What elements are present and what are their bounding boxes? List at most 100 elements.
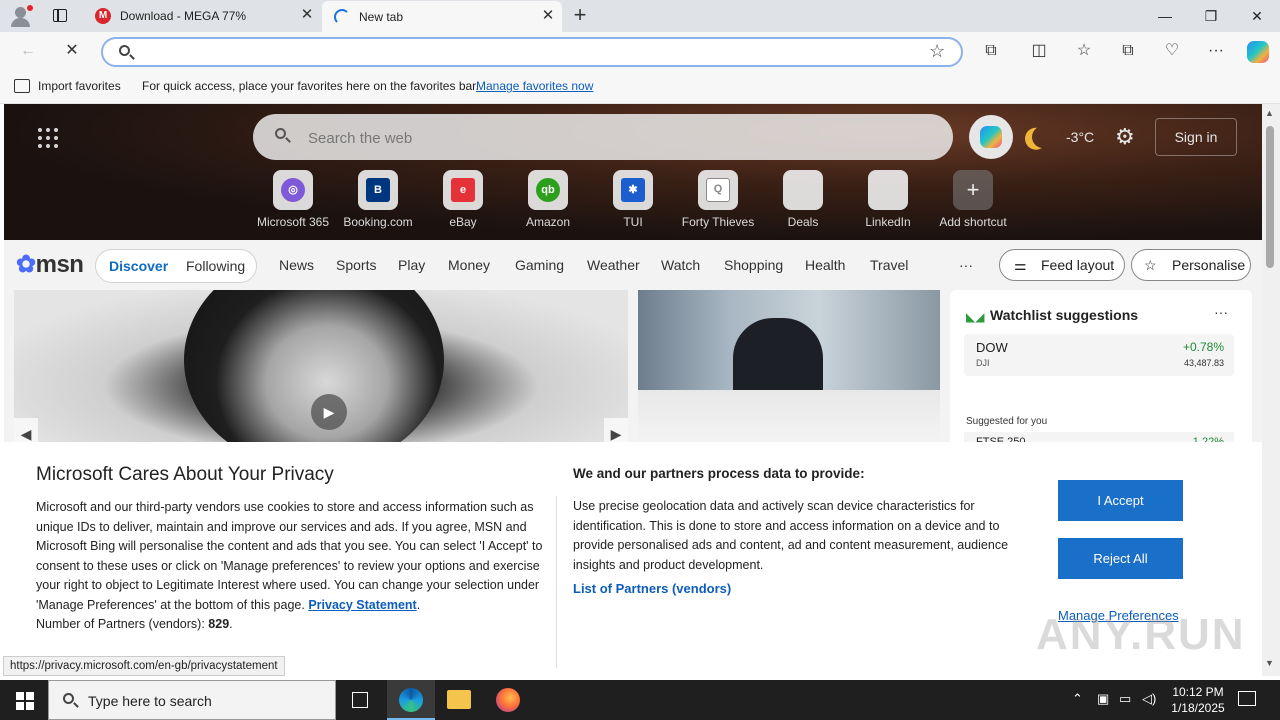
stop-loading-icon[interactable]: ✕: [60, 39, 84, 63]
favorites-icon[interactable]: ☆: [1072, 39, 1096, 63]
personalise-button[interactable]: ☆ Personalise: [1131, 249, 1251, 281]
microsoft-365-icon: ◎: [281, 178, 305, 202]
ticker-row[interactable]: DOW DJI +0.78% 43,487.83: [964, 334, 1234, 376]
close-tab-icon[interactable]: ✕: [299, 7, 315, 23]
add-shortcut-button[interactable]: + Add shortcut: [933, 170, 1013, 229]
notifications-icon[interactable]: [1238, 691, 1256, 706]
task-view-button[interactable]: [336, 680, 384, 720]
nav-sports[interactable]: Sports: [336, 257, 376, 273]
nav-news[interactable]: News: [279, 257, 314, 273]
more-menu-icon[interactable]: ···: [1204, 39, 1228, 63]
file-explorer-button[interactable]: [435, 680, 483, 720]
shortcut-ebay[interactable]: e eBay: [423, 170, 503, 229]
partners-list-link[interactable]: List of Partners (vendors): [573, 581, 731, 596]
scroll-down-icon[interactable]: ▼: [1265, 658, 1274, 668]
firefox-taskbar-button[interactable]: [484, 680, 532, 720]
scrollbar-thumb[interactable]: [1266, 126, 1274, 268]
extensions-icon[interactable]: ⧉: [979, 39, 1003, 63]
data-processing-body: Use precise geolocation data and activel…: [573, 499, 1009, 572]
notification-dot-icon: [27, 5, 33, 11]
tab-discover[interactable]: Discover: [109, 258, 168, 274]
temperature[interactable]: -3°C: [1066, 129, 1094, 145]
clock-time: 10:12 PM: [1172, 685, 1224, 699]
suggested-label: Suggested for you: [966, 416, 1048, 427]
search-icon: [119, 45, 130, 56]
device-icon[interactable]: ▣: [1097, 691, 1109, 707]
reject-all-button[interactable]: Reject All: [1058, 538, 1183, 579]
sign-in-button[interactable]: Sign in: [1155, 118, 1237, 156]
shortcut-tui[interactable]: ✱ TUI: [593, 170, 673, 229]
show-hidden-icons-icon[interactable]: ⌃: [1072, 691, 1083, 707]
tab-mega-download[interactable]: M Download - MEGA 77% ✕: [83, 0, 321, 32]
shortcut-label: Forty Thieves: [681, 215, 755, 229]
address-bar[interactable]: ☆: [101, 37, 963, 67]
shortcut-linkedin[interactable]: LinkedIn: [848, 170, 928, 229]
shortcut-deals[interactable]: Deals: [763, 170, 843, 229]
nav-health[interactable]: Health: [805, 257, 845, 273]
tab-following[interactable]: Following: [186, 258, 245, 274]
shortcut-amazon[interactable]: qb Amazon: [508, 170, 588, 229]
copilot-button[interactable]: [969, 115, 1013, 159]
tab-actions-icon[interactable]: [50, 6, 70, 26]
msn-nav-bar: ✿msn Discover Following News Sports Play…: [4, 240, 1262, 290]
import-favorites-icon[interactable]: [14, 79, 30, 93]
copilot-icon[interactable]: [1247, 41, 1269, 63]
web-search-box[interactable]: [253, 114, 953, 160]
divider: [556, 496, 557, 668]
nav-shopping[interactable]: Shopping: [724, 257, 783, 273]
quickbooks-icon: qb: [536, 178, 560, 202]
msn-logo[interactable]: ✿msn: [16, 250, 84, 279]
more-nav-icon[interactable]: ···: [959, 257, 973, 273]
settings-gear-icon[interactable]: ⚙: [1115, 124, 1135, 150]
video-card[interactable]: ▶ ◀ ▶: [14, 290, 628, 450]
privacy-statement-link[interactable]: Privacy Statement: [308, 598, 416, 612]
nav-money[interactable]: Money: [448, 257, 490, 273]
performance-icon[interactable]: ♡: [1160, 39, 1184, 63]
news-photo: [184, 290, 444, 450]
close-tab-icon[interactable]: ✕: [540, 8, 556, 24]
play-icon[interactable]: ▶: [311, 394, 347, 430]
nav-play[interactable]: Play: [398, 257, 425, 273]
tab-new-tab[interactable]: New tab ✕: [322, 1, 562, 32]
news-card[interactable]: [638, 290, 940, 450]
nav-travel[interactable]: Travel: [870, 257, 908, 273]
address-input[interactable]: [139, 43, 919, 61]
windows-start-icon[interactable]: [16, 692, 34, 710]
favorite-star-icon[interactable]: ☆: [929, 41, 945, 62]
shortcut-forty-thieves[interactable]: Q Forty Thieves: [678, 170, 758, 229]
new-tab-button[interactable]: +: [568, 4, 592, 28]
loading-spinner-icon: [334, 9, 350, 25]
trend-icon: ◣◢: [966, 310, 985, 324]
vertical-scrollbar[interactable]: ▲ ▼: [1262, 104, 1280, 676]
moon-weather-icon[interactable]: [1029, 123, 1057, 151]
split-screen-icon[interactable]: ◫: [1027, 39, 1051, 63]
import-favorites-button[interactable]: Import favorites: [38, 79, 121, 93]
sliders-icon: ⚌: [1014, 257, 1027, 273]
shortcut-microsoft-365[interactable]: ◎ Microsoft 365: [253, 170, 333, 229]
accept-button[interactable]: I Accept: [1058, 480, 1183, 521]
more-options-icon[interactable]: ···: [1214, 304, 1228, 320]
close-window-button[interactable]: ✕: [1234, 0, 1280, 32]
collections-icon[interactable]: ⧉: [1116, 39, 1140, 63]
nav-watch[interactable]: Watch: [661, 257, 700, 273]
feed-layout-button[interactable]: ⚌ Feed layout: [999, 249, 1125, 281]
app-launcher-icon[interactable]: [38, 128, 58, 148]
edge-taskbar-button[interactable]: [387, 680, 435, 720]
minimize-button[interactable]: —: [1142, 0, 1188, 32]
shortcut-booking[interactable]: B Booking.com: [338, 170, 418, 229]
taskbar-search-box[interactable]: Type here to search: [48, 680, 336, 720]
web-search-input[interactable]: [308, 128, 908, 148]
volume-icon[interactable]: ◁): [1142, 691, 1156, 707]
nav-gaming[interactable]: Gaming: [515, 257, 564, 273]
shortcut-label: Amazon: [525, 215, 571, 229]
scroll-up-icon[interactable]: ▲: [1265, 108, 1274, 118]
taskbar-clock[interactable]: 10:12 PM 1/18/2025: [1160, 684, 1236, 716]
shortcut-label: Microsoft 365: [256, 215, 330, 229]
back-arrow-icon[interactable]: ←: [16, 39, 40, 63]
nav-weather[interactable]: Weather: [587, 257, 640, 273]
profile-avatar[interactable]: [8, 4, 34, 28]
booking-icon: B: [366, 178, 390, 202]
network-icon[interactable]: ▭: [1119, 691, 1131, 707]
manage-favorites-link[interactable]: Manage favorites now: [476, 79, 593, 93]
restore-button[interactable]: ❐: [1188, 0, 1234, 32]
